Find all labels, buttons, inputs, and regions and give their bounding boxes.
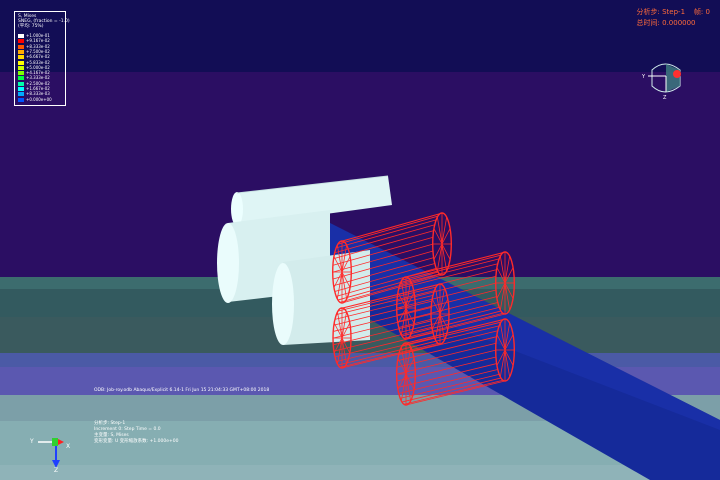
legend-value: +5.000e-02 — [26, 64, 50, 70]
viewport-footer-info: 分析步: Step-1 Increment 0: Step Time = 0.0… — [94, 421, 179, 445]
legend-row: +4.167e-02 — [18, 70, 50, 76]
legend-row: +0.000e+00 — [18, 97, 52, 102]
legend-row: +8.333e-03 — [18, 91, 50, 97]
legend-value: +8.333e-02 — [26, 43, 50, 49]
legend-row: +9.167e-02 — [18, 38, 50, 44]
abaqus-viewport[interactable]: S, Mises SNEG, (fraction = -1.0) (平均: 75… — [0, 0, 720, 480]
legend-row: +7.500e-02 — [18, 49, 50, 54]
step-label: 分析步: — [636, 8, 660, 16]
total-time-label: 总时间: — [636, 19, 660, 27]
legend-row: +1.000e-01 — [18, 33, 50, 38]
legend-value: +9.167e-02 — [26, 38, 50, 44]
legend-value: +5.833e-02 — [26, 59, 50, 65]
legend-average: (平均: 75%) — [18, 24, 44, 29]
legend-value: +4.167e-02 — [26, 70, 50, 76]
legend-row: +5.000e-02 — [18, 65, 50, 70]
total-time-value: 0.000000 — [662, 19, 696, 27]
legend-value: +2.500e-02 — [26, 80, 50, 86]
legend-row: +2.500e-02 — [18, 81, 50, 86]
view-orientation-icon[interactable]: Y Z — [640, 56, 690, 102]
legend-value: +0.000e+00 — [26, 96, 52, 102]
step-info: 分析步: Step-1 帧: 0 总时间: 0.000000 — [637, 7, 710, 29]
legend-row: +3.333e-02 — [18, 75, 50, 81]
legend-value: +8.333e-03 — [26, 91, 50, 97]
legend-row: +6.667e-02 — [18, 54, 50, 60]
footer-line: 变形变量: U 变形缩放系数: +1.000e+00 — [94, 439, 179, 444]
triad-z-label: Z — [54, 467, 58, 472]
orient-z-label: Z — [663, 95, 667, 101]
legend-value: +1.667e-02 — [26, 86, 50, 91]
odb-info: ODB: Job-roy.odb Abaqus/Explicit 6.14-1 … — [94, 388, 270, 393]
legend-row: +5.833e-02 — [18, 60, 50, 65]
legend-value: +1.000e-01 — [26, 33, 50, 38]
triad-y-label: Y — [29, 438, 34, 445]
legend-value: +3.333e-02 — [26, 75, 50, 81]
legend-swatch — [18, 97, 24, 102]
triad-x-label: X — [66, 443, 70, 450]
legend-value: +6.667e-02 — [26, 54, 50, 60]
step-value: Step-1 — [662, 8, 686, 16]
white-roll — [272, 250, 370, 345]
model-rendering[interactable] — [0, 0, 720, 480]
orient-y-label: Y — [641, 74, 646, 80]
legend-row: +8.333e-02 — [18, 44, 50, 49]
legend-row: +1.667e-02 — [18, 86, 50, 91]
axis-triad-icon: Y X Z — [29, 438, 70, 472]
frame-value: 0 — [705, 8, 710, 16]
legend-value: +7.500e-02 — [26, 48, 50, 54]
contour-legend: S, Mises SNEG, (fraction = -1.0) (平均: 75… — [14, 11, 70, 106]
frame-label: 帧: — [693, 8, 704, 16]
